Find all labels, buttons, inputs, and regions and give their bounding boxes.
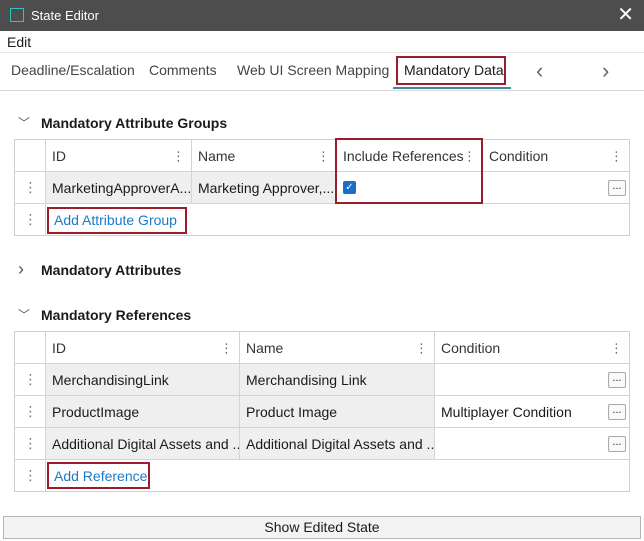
section-attributes-header[interactable]: › Mandatory Attributes — [18, 259, 181, 280]
table-cell-id: ProductImage — [46, 396, 240, 428]
column-header-label: ID — [52, 339, 66, 356]
column-header-name[interactable]: Name ⋮ — [192, 140, 337, 172]
references-table: ID ⋮ Name ⋮ Condition ⋮ ⋮ MerchandisingL… — [14, 331, 630, 492]
menu-bar: Edit — [0, 31, 644, 53]
row-drag-handle-icon[interactable]: ⋮ — [15, 172, 46, 204]
add-reference-link[interactable]: Add Reference — [54, 468, 147, 484]
column-header-label: ID — [52, 147, 66, 164]
row-drag-handle-icon: ⋮ — [15, 460, 46, 491]
add-row-area: Add Reference — [46, 460, 629, 491]
condition-ellipsis-button[interactable]: ... — [608, 403, 626, 420]
column-menu-icon[interactable]: ⋮ — [415, 341, 428, 354]
window-title: State Editor — [31, 8, 99, 23]
column-menu-icon[interactable]: ⋮ — [220, 341, 233, 354]
close-icon[interactable]: ✕ — [617, 4, 634, 26]
tab-prev-chevron-icon[interactable]: ‹ — [536, 58, 543, 84]
chevron-down-icon[interactable]: ﹀ — [18, 306, 34, 323]
column-header-name[interactable]: Name ⋮ — [240, 332, 435, 364]
column-header-label: Name — [198, 147, 236, 164]
table-cell-condition: Multiplayer Condition ... — [435, 396, 629, 428]
attribute-groups-table: ID ⋮ Name ⋮ Include References ⋮ Conditi… — [14, 139, 630, 236]
table-cell-condition: ... — [483, 172, 629, 204]
condition-value: Multiplayer Condition — [441, 403, 572, 420]
section-title: Mandatory Attributes — [41, 261, 182, 278]
column-header-label: Name — [246, 339, 284, 356]
condition-ellipsis-button[interactable]: ... — [608, 435, 626, 452]
table-cell-condition: ... — [435, 428, 629, 460]
add-attribute-group-link[interactable]: Add Attribute Group — [54, 212, 177, 228]
row-drag-handle-icon: ⋮ — [15, 204, 46, 235]
column-header-label: Include References — [343, 147, 464, 164]
column-menu-icon[interactable]: ⋮ — [317, 149, 330, 162]
chevron-right-icon[interactable]: › — [18, 259, 34, 280]
table-cell-condition: ... — [435, 364, 629, 396]
tab-deadline-escalation[interactable]: Deadline/Escalation — [11, 62, 135, 78]
column-menu-icon[interactable]: ⋮ — [172, 149, 185, 162]
row-handle-header — [15, 140, 46, 172]
column-menu-icon[interactable]: ⋮ — [610, 341, 623, 354]
column-header-condition[interactable]: Condition ⋮ — [483, 140, 629, 172]
menu-edit[interactable]: Edit — [7, 34, 31, 50]
section-title: Mandatory References — [41, 306, 192, 323]
column-header-label: Condition — [489, 147, 549, 164]
table-cell-name: Product Image — [240, 396, 435, 428]
row-drag-handle-icon[interactable]: ⋮ — [15, 364, 46, 396]
column-header-label: Condition — [441, 339, 501, 356]
condition-ellipsis-button[interactable]: ... — [608, 371, 626, 388]
chevron-down-icon[interactable]: ﹀ — [18, 114, 34, 131]
column-menu-icon[interactable]: ⋮ — [610, 149, 623, 162]
column-header-id[interactable]: ID ⋮ — [46, 140, 192, 172]
title-bar: State Editor ✕ — [0, 0, 644, 31]
app-window-icon — [10, 8, 24, 22]
tab-bar: Deadline/Escalation Comments Web UI Scre… — [0, 53, 644, 91]
table-cell-id: MerchandisingLink — [46, 364, 240, 396]
column-menu-icon[interactable]: ⋮ — [463, 149, 476, 162]
tab-next-chevron-icon[interactable]: › — [602, 58, 609, 84]
table-cell-name: Merchandising Link — [240, 364, 435, 396]
tab-divider — [0, 90, 644, 91]
show-edited-state-button[interactable]: Show Edited State — [3, 516, 641, 539]
active-tab-underline — [393, 87, 511, 89]
tab-web-ui-screen-mapping[interactable]: Web UI Screen Mapping — [237, 62, 389, 78]
table-cell-name: Additional Digital Assets and ... — [240, 428, 435, 460]
section-title: Mandatory Attribute Groups — [41, 114, 228, 131]
add-row-area: Add Attribute Group — [46, 204, 629, 235]
row-handle-header — [15, 332, 46, 364]
section-attribute-groups-header[interactable]: ﹀ Mandatory Attribute Groups — [18, 114, 227, 131]
condition-ellipsis-button[interactable]: ... — [608, 179, 626, 196]
row-drag-handle-icon[interactable]: ⋮ — [15, 428, 46, 460]
column-header-id[interactable]: ID ⋮ — [46, 332, 240, 364]
section-references-header[interactable]: ﹀ Mandatory References — [18, 306, 191, 323]
table-cell-id: MarketingApproverA... — [46, 172, 192, 204]
table-cell-id: Additional Digital Assets and ... — [46, 428, 240, 460]
table-cell-include-references: ✓ — [337, 172, 483, 204]
column-header-condition[interactable]: Condition ⋮ — [435, 332, 629, 364]
row-drag-handle-icon[interactable]: ⋮ — [15, 396, 46, 428]
column-header-include-references[interactable]: Include References ⋮ — [337, 140, 483, 172]
include-references-checkbox[interactable]: ✓ — [343, 181, 356, 194]
table-cell-name: Marketing Approver,... — [192, 172, 337, 204]
tab-mandatory-data[interactable]: Mandatory Data — [404, 62, 504, 78]
tab-comments[interactable]: Comments — [149, 62, 217, 78]
